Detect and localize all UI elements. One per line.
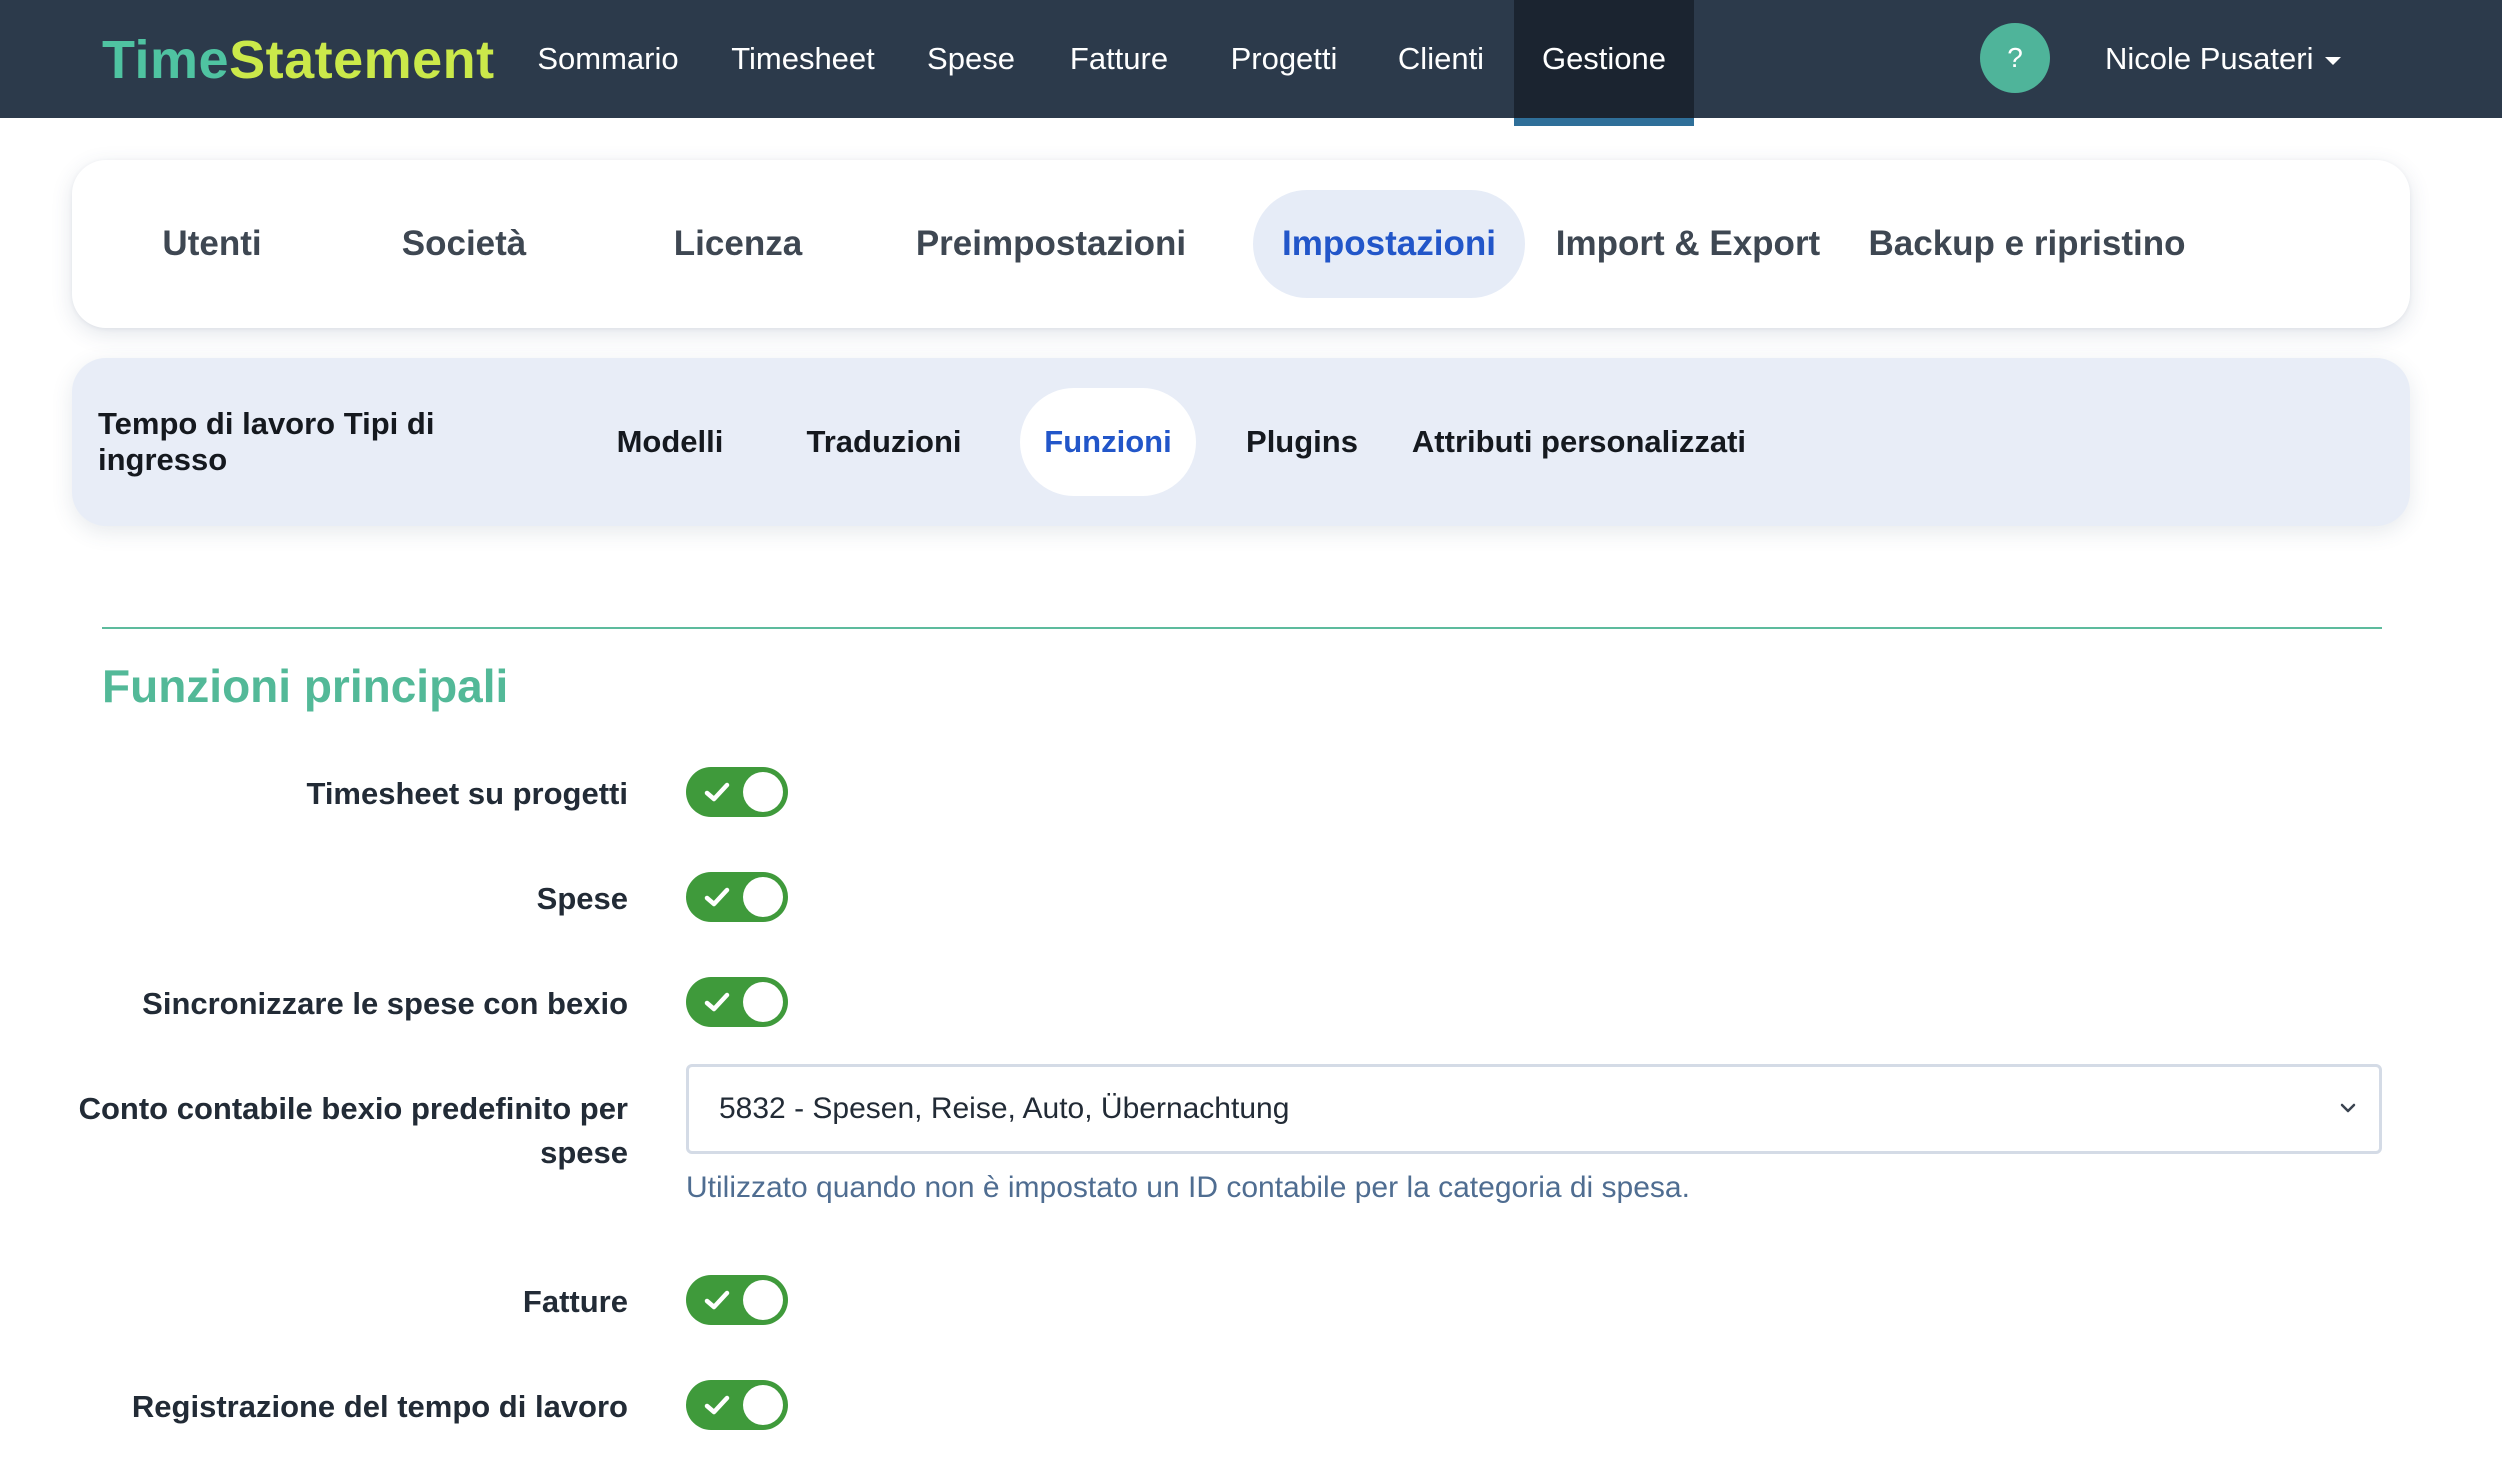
tab-societa[interactable]: Società [364, 190, 564, 298]
tab-utenti[interactable]: Utenti [112, 190, 312, 298]
primary-tabs: Utenti Società Licenza Preimpostazioni I… [72, 160, 2410, 328]
toggle-timesheet-progetti[interactable] [686, 767, 788, 817]
toggle-spese[interactable] [686, 872, 788, 922]
secondary-tabs: Tempo di lavoro Tipi di ingresso Modelli… [72, 358, 2410, 526]
tab-preimpostazioni[interactable]: Preimpostazioni [894, 190, 1208, 298]
nav-item-clienti[interactable]: Clienti [1368, 0, 1514, 118]
setting-label-fatture: Fatture [522, 1284, 628, 1319]
nav-item-fatture[interactable]: Fatture [1038, 0, 1200, 118]
nav-item-gestione[interactable]: Gestione [1514, 0, 1694, 126]
setting-label-timesheet-progetti: Timesheet su progetti [306, 776, 628, 811]
nav-item-spese[interactable]: Spese [904, 0, 1038, 118]
checkmark-icon [704, 1290, 730, 1310]
conto-bexio-selected-value: 5832 - Spesen, Reise, Auto, Übernachtung [719, 1092, 1290, 1125]
setting-label-registrazione-tempo: Registrazione del tempo di lavoro [131, 1389, 628, 1424]
section-title: Funzioni principali [102, 660, 509, 712]
tab-impostazioni[interactable]: Impostazioni [1253, 190, 1525, 298]
top-navbar: TimeStatement Sommario Timesheet Spese F… [0, 0, 2502, 126]
toggle-fatture[interactable] [686, 1275, 788, 1325]
conto-bexio-help-text: Utilizzato quando non è impostato un ID … [686, 1171, 1690, 1204]
brand-logo-part1: Time [102, 30, 230, 90]
checkmark-icon [704, 782, 730, 802]
checkmark-icon [704, 1395, 730, 1415]
user-name: Nicole Pusateri [2105, 41, 2314, 76]
help-button[interactable]: ? [1980, 23, 2050, 93]
subtab-tempo-di-lavoro[interactable]: Tempo di lavoro Tipi di ingresso [98, 388, 566, 496]
tab-backup-ripristino[interactable]: Backup e ripristino [1862, 190, 2192, 298]
subtab-funzioni[interactable]: Funzioni [1020, 388, 1196, 496]
setting-label-conto-bexio-line1: Conto contabile bexio predefinito per [78, 1091, 628, 1126]
nav-item-progetti[interactable]: Progetti [1200, 0, 1368, 118]
subtab-attributi-personalizzati[interactable]: Attributi personalizzati [1408, 388, 1750, 496]
subtab-modelli[interactable]: Modelli [594, 388, 746, 496]
nav-item-timesheet[interactable]: Timesheet [702, 0, 904, 118]
tab-import-export[interactable]: Import & Export [1542, 190, 1834, 298]
setting-label-sync-bexio: Sincronizzare le spese con bexio [142, 986, 628, 1021]
setting-label-conto-bexio: Conto contabile bexio predefinito per sp… [60, 1087, 628, 1175]
toggle-knob [743, 877, 783, 917]
setting-label-spese: Spese [536, 881, 628, 916]
checkmark-icon [704, 887, 730, 907]
toggle-knob [743, 1385, 783, 1425]
caret-down-icon [2325, 57, 2342, 65]
toggle-knob [743, 772, 783, 812]
toggle-registrazione-tempo[interactable] [686, 1380, 788, 1430]
nav-item-sommario[interactable]: Sommario [514, 0, 702, 118]
toggle-knob [743, 1280, 783, 1320]
subtab-plugins[interactable]: Plugins [1230, 388, 1374, 496]
subtab-traduzioni[interactable]: Traduzioni [782, 388, 986, 496]
chevron-down-icon [2340, 1103, 2356, 1113]
toggle-knob [743, 982, 783, 1022]
conto-bexio-select[interactable]: 5832 - Spesen, Reise, Auto, Übernachtung [686, 1064, 2382, 1154]
brand-logo-part2: Statement [229, 30, 495, 90]
section-divider [102, 627, 2382, 629]
tab-licenza[interactable]: Licenza [638, 190, 838, 298]
checkmark-icon [704, 992, 730, 1012]
user-menu[interactable]: Nicole Pusateri [2105, 0, 2342, 118]
brand-logo[interactable]: TimeStatement [102, 30, 495, 90]
toggle-sync-bexio[interactable] [686, 977, 788, 1027]
setting-label-conto-bexio-line2: spese [540, 1135, 628, 1170]
